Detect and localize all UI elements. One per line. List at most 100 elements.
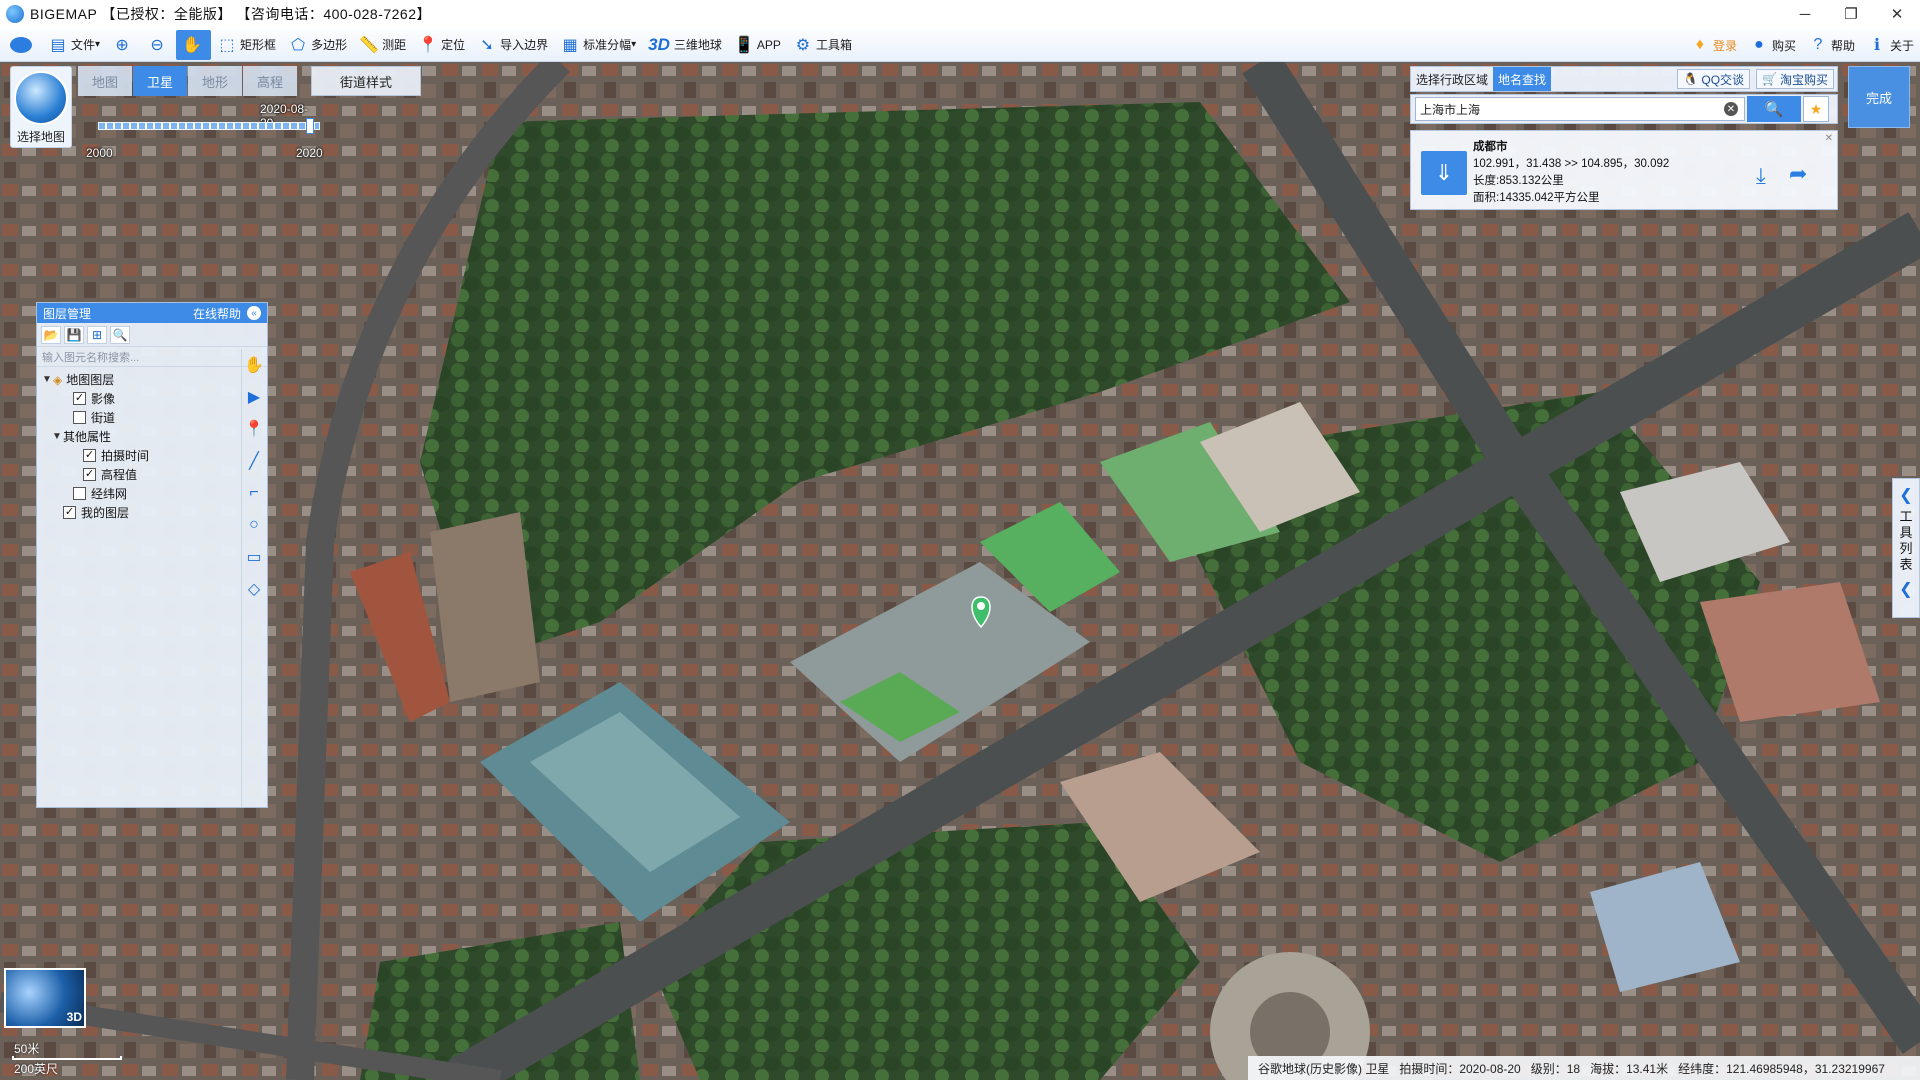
search-tab-1[interactable]: 地名查找 — [1493, 67, 1552, 91]
history-timeline[interactable]: 2020-08-20 2000 2020 — [80, 98, 323, 168]
map-tab-1[interactable]: 卫星 — [133, 66, 187, 96]
layer-label: 拍摄时间 — [101, 449, 150, 463]
minimap-3d-label: 3D — [66, 1010, 82, 1024]
grid-icon: ▦ — [562, 36, 578, 54]
rectangle-tool-icon[interactable]: ▭ — [242, 541, 266, 573]
qq-chat-label: QQ交谈 — [1701, 72, 1745, 87]
toolbar-item-zoom-out[interactable]: ⊖ — [141, 30, 176, 60]
app-logo-icon — [6, 5, 24, 23]
minimize-button[interactable]: ─ — [1782, 0, 1828, 28]
layer-tree-item[interactable]: ✓ 拍摄时间 — [37, 446, 267, 465]
map-type-tabs: 地图 卫星 地形 高程 — [78, 66, 298, 96]
layer-checkbox[interactable]: ✓ — [63, 506, 76, 519]
toolbar-item-gear[interactable]: ⚙ 工具箱 — [787, 30, 858, 60]
collapse-panel-icon[interactable]: « — [247, 306, 261, 320]
layer-tree-item[interactable]: 经纬网 — [37, 484, 267, 503]
done-button[interactable]: 完成 — [1848, 66, 1910, 128]
toolbar-right-help[interactable]: ? 帮助 — [1802, 30, 1861, 60]
search-tabs: 选择行政区域 地名查找 🐧 QQ交谈 🛒 淘宝购买 — [1410, 66, 1838, 92]
layer-tree-item[interactable]: ▼ 其他属性 — [37, 427, 267, 446]
layer-search-input[interactable]: 输入图元名称搜索... — [37, 347, 267, 367]
hand-tool-icon[interactable]: ✋ — [242, 349, 266, 381]
toolbar-item-phone[interactable]: 📱 APP — [728, 30, 787, 60]
layer-tree: ▼ ◈ 地图图层 ✓ 影像 街道 ▼ 其他属性 ✓ 拍摄时间 ✓ 高程值 经纬网 ✓ 我的图层 — [37, 367, 267, 522]
map-tab-3[interactable]: 高程 — [243, 66, 297, 96]
open-folder-icon[interactable]: 📂 — [41, 325, 61, 344]
place-search-panel: 选择行政区域 地名查找 🐧 QQ交谈 🛒 淘宝购买 上海市上海 ✕ 🔍 ★ ⇓ 成都市… — [1410, 66, 1838, 256]
toolbar-item-pan-hand[interactable]: ✋ — [176, 29, 212, 60]
chevron-left-icon[interactable]: ❮ — [1899, 579, 1912, 599]
circle-tool-icon[interactable]: ○ — [242, 509, 266, 541]
toolbar-item-3d-globe[interactable]: 3D 三维地球 — [642, 30, 728, 60]
timeline-track[interactable] — [98, 122, 320, 130]
tree-toggle-icon[interactable]: ▼ — [41, 374, 53, 385]
toolbar-right-login[interactable]: ♦ 登录 — [1684, 30, 1743, 60]
toolbar-right-info[interactable]: ℹ 关于 — [1861, 30, 1920, 60]
toolbar-item-ruler[interactable]: 📏 测距 — [353, 30, 412, 60]
search-button[interactable]: 🔍 — [1747, 96, 1801, 122]
online-help-link[interactable]: 在线帮助 — [193, 305, 241, 322]
close-result-icon[interactable]: ✕ — [1825, 133, 1833, 144]
layer-tree-item[interactable]: ▼ ◈ 地图图层 — [37, 370, 267, 389]
phone-icon: 📱 — [733, 36, 754, 54]
toolbar-item-import-boundary[interactable]: ➘ 导入边界 — [471, 30, 554, 60]
search-result-card[interactable]: ⇓ 成都市 102.991，31.438 >> 104.895，30.092 长… — [1410, 130, 1838, 210]
pointer-icon[interactable]: ▶ — [242, 381, 266, 413]
clear-search-icon[interactable]: ✕ — [1724, 102, 1738, 116]
chevron-left-icon[interactable]: ❮ — [1899, 485, 1912, 505]
save-icon[interactable]: 💾 — [64, 325, 84, 344]
timeline-handle[interactable] — [306, 118, 314, 134]
street-style-button[interactable]: 街道样式 — [311, 66, 421, 96]
download-icon[interactable]: ⤓ — [1756, 163, 1766, 189]
toolbar-item-rectangle-select[interactable]: ⬚ 矩形框 — [211, 30, 282, 60]
toolbar-item-zoom-in[interactable]: ⊕ — [106, 30, 141, 60]
toolbar-item-label: 三维地球 — [673, 38, 722, 52]
app-menu-icon[interactable] — [0, 30, 42, 60]
select-map-button[interactable]: 选择地图 — [10, 66, 72, 148]
expand-all-icon[interactable]: ⊞ — [87, 325, 107, 344]
toolbar-item-grid[interactable]: ▦ 标准分幅 ▾ — [554, 30, 642, 60]
toolbar-item-polygon-select[interactable]: ⬠ 多边形 — [282, 30, 353, 60]
timeline-end-year: 2020 — [296, 146, 323, 160]
timeline-start-year: 2000 — [86, 146, 113, 160]
ruler-icon: 📏 — [359, 36, 380, 54]
chevron-down-icon: ▾ — [95, 39, 101, 50]
toolbar-right-buy[interactable]: ● 购买 — [1743, 30, 1802, 60]
map-tab-2[interactable]: 地形 — [188, 66, 242, 96]
search-tab-0[interactable]: 选择行政区域 — [1411, 67, 1493, 91]
line-tool-icon[interactable]: ╱ — [242, 445, 266, 477]
layer-tree-item[interactable]: ✓ 我的图层 — [37, 503, 267, 522]
map-tab-0[interactable]: 地图 — [78, 66, 132, 96]
marker-icon[interactable]: 📍 — [242, 413, 266, 445]
layer-checkbox[interactable]: ✓ — [83, 449, 96, 462]
layer-tree-item[interactable]: ✓ 高程值 — [37, 465, 267, 484]
toolbar-item-location-pin[interactable]: 📍 定位 — [412, 30, 471, 60]
close-button[interactable]: ✕ — [1874, 0, 1920, 28]
polygon-select-icon: ⬠ — [291, 36, 306, 54]
tree-toggle-icon[interactable]: ▼ — [51, 431, 63, 442]
window-title: BIGEMAP 【已授权：全能版】 【咨询电话：400-028-7262】 — [30, 6, 432, 22]
3d-globe-minimap[interactable]: 3D — [4, 968, 86, 1028]
layer-checkbox[interactable]: ✓ — [83, 468, 96, 481]
maximize-button[interactable]: ❐ — [1828, 0, 1874, 28]
toolbar-item-label: 测距 — [382, 38, 407, 52]
favorite-star-icon[interactable]: ★ — [1803, 96, 1829, 122]
boundary-download-icon: ⇓ — [1421, 151, 1467, 195]
layer-tree-item[interactable]: ✓ 影像 — [37, 389, 267, 408]
layer-checkbox[interactable] — [73, 411, 86, 424]
share-arrow-icon[interactable]: ➦ — [1789, 161, 1807, 187]
place-search-input[interactable]: 上海市上海 ✕ — [1415, 97, 1745, 121]
gear-icon: ⚙ — [795, 36, 811, 54]
buy-icon: ● — [1754, 36, 1764, 53]
taobao-buy-button[interactable]: 🛒 淘宝购买 — [1756, 69, 1834, 89]
tool-list-tab[interactable]: ❮ 工具列表 ❮ — [1892, 478, 1920, 618]
layer-checkbox[interactable]: ✓ — [73, 392, 86, 405]
toolbar-right-label: 关于 — [1889, 38, 1914, 53]
toolbar-item-folder[interactable]: ▤ 文件 ▾ — [42, 30, 106, 60]
qq-chat-button[interactable]: 🐧 QQ交谈 — [1677, 69, 1751, 89]
layer-checkbox[interactable] — [73, 487, 86, 500]
eraser-icon[interactable]: ◇ — [242, 573, 266, 605]
search-icon[interactable]: 🔍 — [110, 325, 130, 344]
polyline-tool-icon[interactable]: ⌐ — [242, 477, 266, 509]
layer-tree-item[interactable]: 街道 — [37, 408, 267, 427]
